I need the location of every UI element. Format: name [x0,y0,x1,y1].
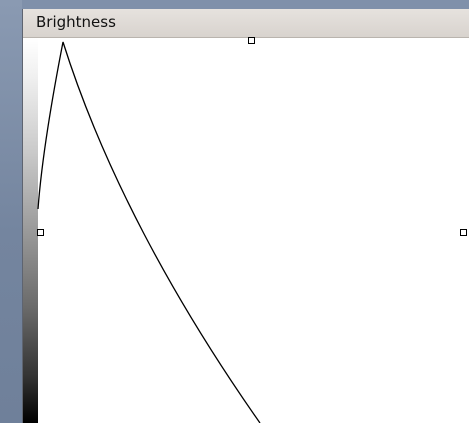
desktop-background-left [0,0,22,423]
curve-handle-right[interactable] [460,229,467,236]
curve-handle-top[interactable] [248,37,255,44]
curve-handle-left[interactable] [37,229,44,236]
desktop-background [0,0,469,9]
brightness-curve-canvas[interactable] [23,9,469,423]
brightness-panel: Brightness [22,9,469,423]
brightness-curve[interactable] [37,41,261,423]
